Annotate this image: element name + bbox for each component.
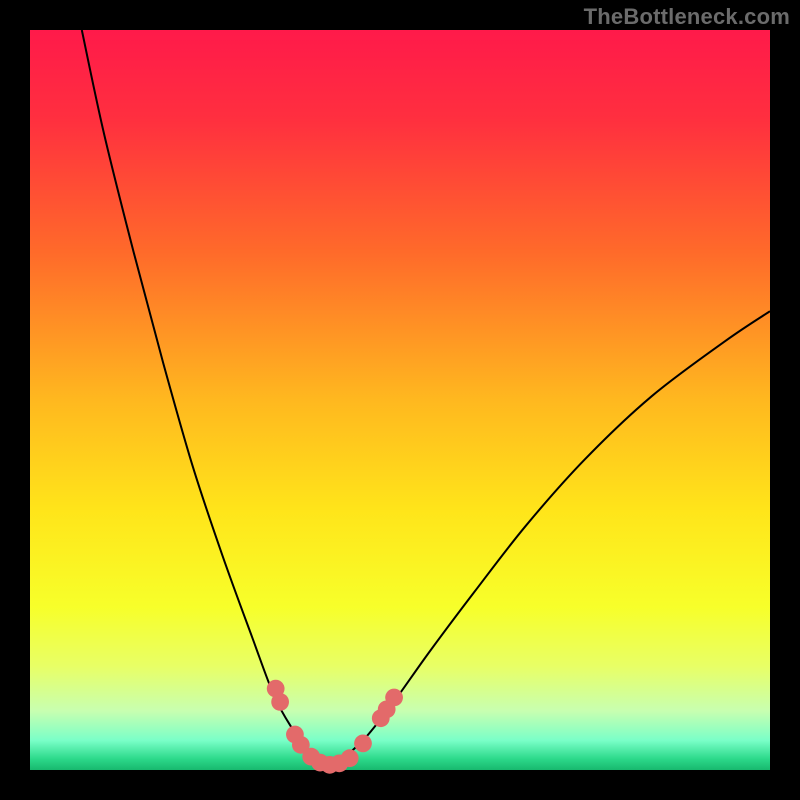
marker-dot [341,749,359,767]
plot-background [30,30,770,770]
bottleneck-chart [0,0,800,800]
chart-frame: TheBottleneck.com [0,0,800,800]
marker-dot [385,689,403,707]
watermark-text: TheBottleneck.com [584,4,790,30]
marker-dot [354,734,372,752]
marker-dot [271,693,289,711]
